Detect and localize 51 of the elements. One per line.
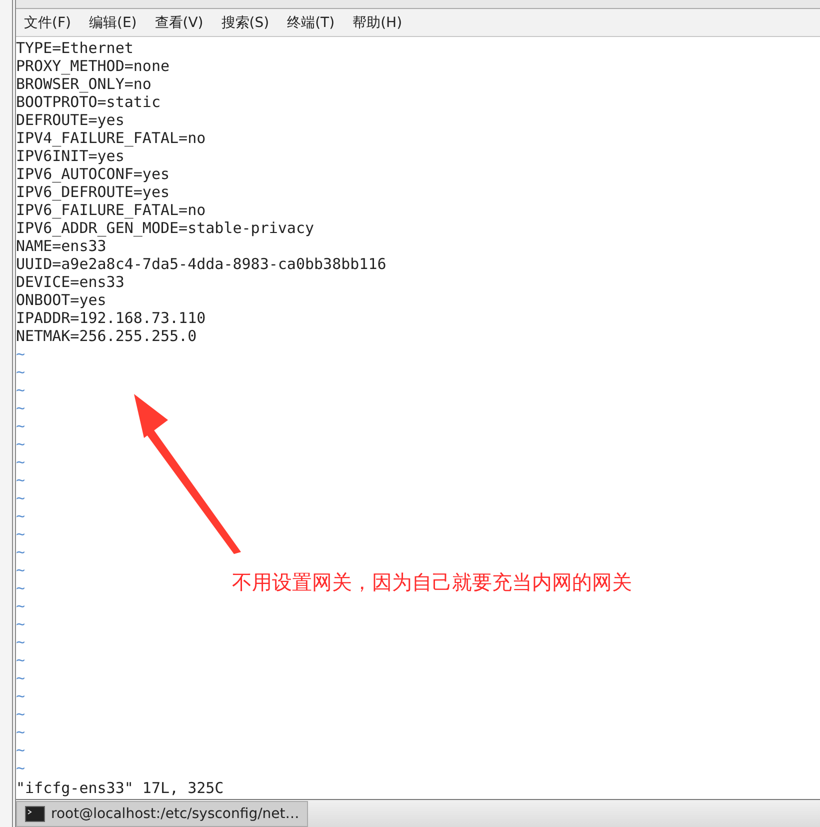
menu-item[interactable]: 搜索(S) — [221, 14, 270, 32]
empty-line-tilde: ~ — [16, 669, 26, 687]
menu-item[interactable]: 终端(T) — [287, 14, 335, 32]
empty-line-tilde: ~ — [16, 399, 26, 417]
empty-line-tilde: ~ — [16, 543, 26, 561]
empty-line-tilde: ~ — [16, 417, 26, 435]
config-line: NAME=ens33 — [16, 237, 106, 255]
empty-line-tilde: ~ — [16, 453, 26, 471]
empty-line-tilde: ~ — [16, 471, 26, 489]
menu-item[interactable]: 帮助(H) — [352, 14, 402, 32]
empty-line-tilde: ~ — [16, 489, 26, 507]
empty-line-tilde: ~ — [16, 615, 26, 633]
config-line: NETMAK=256.255.255.0 — [16, 327, 197, 345]
empty-line-tilde: ~ — [16, 381, 26, 399]
empty-line-tilde: ~ — [16, 741, 26, 759]
config-line: TYPE=Ethernet — [16, 39, 134, 57]
config-line: UUID=a9e2a8c4-7da5-4dda-8983-ca0bb38bb116 — [16, 255, 386, 273]
empty-line-tilde: ~ — [16, 579, 26, 597]
empty-line-tilde: ~ — [16, 363, 26, 381]
config-line: IPV6_DEFROUTE=yes — [16, 183, 170, 201]
menu-item[interactable]: 编辑(E) — [88, 14, 137, 32]
config-line: IPV6_AUTOCONF=yes — [16, 165, 170, 183]
menu-item[interactable]: 查看(V) — [154, 14, 204, 32]
config-line: BROWSER_ONLY=no — [16, 75, 152, 93]
annotation-text: 不用设置网关，因为自己就要充当内网的网关 — [232, 569, 632, 596]
config-line: PROXY_METHOD=none — [16, 57, 170, 75]
config-line: IPADDR=192.168.73.110 — [16, 309, 206, 327]
terminal-icon — [25, 806, 45, 822]
config-line: IPV6_FAILURE_FATAL=no — [16, 201, 206, 219]
empty-line-tilde: ~ — [16, 723, 26, 741]
config-line: IPV6_ADDR_GEN_MODE=stable-privacy — [16, 219, 314, 237]
config-line: DEVICE=ens33 — [16, 273, 124, 291]
taskbar-item[interactable]: root@localhost:/etc/sysconfig/net… — [16, 800, 308, 826]
config-line: ONBOOT=yes — [16, 291, 106, 309]
status-line: "ifcfg-ens33" 17L, 325C — [16, 778, 224, 799]
menu-item[interactable]: 文件(F) — [24, 14, 71, 32]
empty-line-tilde: ~ — [16, 651, 26, 669]
empty-line-tilde: ~ — [16, 705, 26, 723]
empty-line-tilde: ~ — [16, 633, 26, 651]
empty-line-tilde: ~ — [16, 435, 26, 453]
empty-line-tilde: ~ — [16, 597, 26, 615]
empty-line-tilde: ~ — [16, 687, 26, 705]
config-line: IPV6INIT=yes — [16, 147, 124, 165]
empty-line-tilde: ~ — [16, 525, 26, 543]
config-line: BOOTPROTO=static — [16, 93, 160, 111]
config-line: DEFROUTE=yes — [16, 111, 124, 129]
empty-line-tilde: ~ — [16, 507, 26, 525]
empty-line-tilde: ~ — [16, 345, 26, 363]
empty-line-tilde: ~ — [16, 561, 26, 579]
empty-line-tilde: ~ — [16, 759, 26, 777]
config-line: IPV4_FAILURE_FATAL=no — [16, 129, 206, 147]
